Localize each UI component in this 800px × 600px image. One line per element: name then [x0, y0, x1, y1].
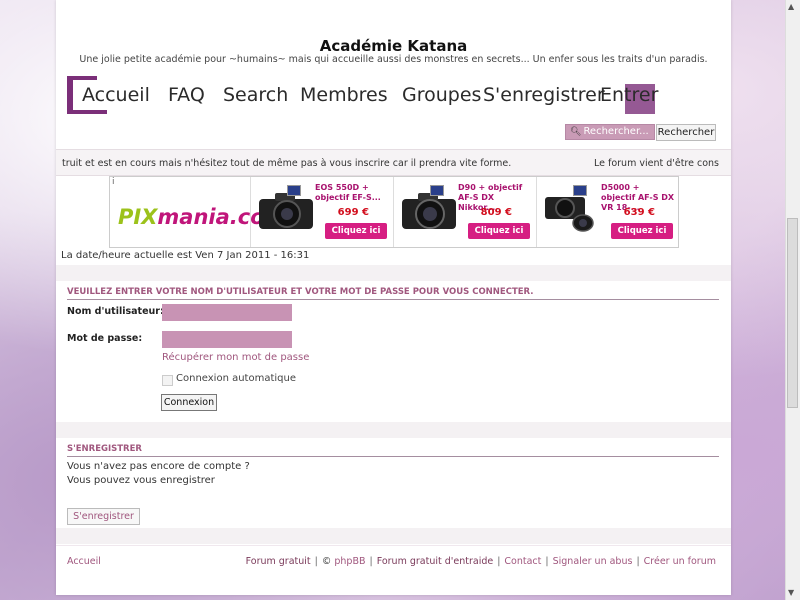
camera-icon — [259, 193, 313, 229]
nav-decoration — [67, 76, 97, 80]
nav-groupes[interactable]: Groupes — [402, 84, 481, 106]
ad-product[interactable]: EOS 550D + objectif EF-S... 699 € Clique… — [250, 177, 393, 247]
nav-membres[interactable]: Membres — [300, 84, 388, 106]
product-price: 809 € — [480, 207, 512, 218]
auto-login-checkbox[interactable] — [162, 375, 173, 386]
camera-icon — [402, 193, 456, 229]
product-price: 639 € — [623, 207, 655, 218]
footer: Accueil Forum gratuit | © phpBB | Forum grat… — [56, 545, 731, 576]
register-button[interactable]: S'enregistrer — [67, 508, 140, 525]
nav-login[interactable]: Entrer — [600, 84, 658, 106]
footer-link-contact[interactable]: Contact — [504, 556, 541, 567]
info-icon[interactable]: i — [112, 177, 115, 187]
product-cta-button[interactable]: Cliquez ici — [468, 223, 530, 239]
site-description: Une jolie petite académie pour ~humains~… — [79, 54, 708, 65]
flag-icon — [430, 185, 444, 196]
footer-link-forum-gratuit[interactable]: Forum gratuit — [246, 556, 311, 567]
main-nav: Accueil FAQ Search Membres Groupes S'enr… — [67, 76, 658, 114]
nav-register[interactable]: S'enregistrer — [483, 84, 605, 106]
product-name: EOS 550D + objectif EF-S... — [315, 183, 381, 202]
username-label: Nom d'utilisateur: — [67, 306, 164, 317]
product-cta-button[interactable]: Cliquez ici — [611, 223, 673, 239]
register-text-1: Vous n'avez pas encore de compte ? — [67, 461, 250, 472]
section-divider — [56, 265, 731, 281]
logo-part1: PIX — [118, 205, 158, 229]
nav-accueil[interactable]: Accueil — [82, 84, 150, 106]
nav-decoration — [67, 76, 73, 114]
ad-product[interactable]: D5000 + objectif AF-S DX VR 18-... 639 €… — [536, 177, 679, 247]
register-text-2: Vous pouvez vous enregistrer — [67, 475, 215, 486]
connect-button[interactable]: Connexion — [161, 394, 217, 411]
search-placeholder: Rechercher... — [583, 126, 649, 137]
footer-link-abuse[interactable]: Signaler un abus — [553, 556, 633, 567]
forgot-password-link[interactable]: Récupérer mon mot de passe — [162, 352, 309, 363]
footer-link-create[interactable]: Créer un forum — [644, 556, 716, 567]
login-heading: Veuillez entrer votre nom d'utilisateur … — [67, 287, 719, 300]
scroll-down-icon[interactable]: ▼ — [788, 588, 794, 597]
flag-icon — [287, 185, 301, 196]
search-input[interactable]: 🔍︎ Rechercher... — [565, 124, 655, 140]
flag-icon — [573, 185, 587, 196]
register-heading: S'enregistrer — [67, 444, 719, 457]
section-divider — [56, 528, 731, 544]
vertical-scrollbar[interactable]: ▲ ▼ — [785, 0, 800, 600]
site-title: Académie Katana — [319, 37, 468, 55]
section-divider — [56, 422, 731, 438]
product-cta-button[interactable]: Cliquez ici — [325, 223, 387, 239]
username-field[interactable] — [162, 304, 292, 321]
announcement-strip: truit et est en cours mais n'hésitez tou… — [56, 149, 731, 176]
product-price: 699 € — [337, 207, 369, 218]
nav-decoration — [67, 110, 107, 114]
auto-login-label: Connexion automatique — [176, 373, 296, 384]
search-icon: 🔍︎ — [570, 127, 582, 137]
password-label: Mot de passe: — [67, 333, 143, 344]
ad-product[interactable]: D90 + objectif AF-S DX Nikkor... 809 € C… — [393, 177, 536, 247]
scroll-up-icon[interactable]: ▲ — [788, 2, 794, 11]
footer-link-entraide[interactable]: Forum gratuit d'entraide — [377, 556, 494, 567]
camera-icon — [545, 197, 594, 232]
current-datetime: La date/heure actuelle est Ven 7 Jan 201… — [61, 250, 310, 261]
ad-banner[interactable]: i PIXmania.com EOS 550D + objectif EF-S.… — [109, 176, 679, 248]
copyright-symbol: © — [321, 556, 332, 567]
scroll-thumb[interactable] — [787, 218, 798, 408]
search-button[interactable]: Rechercher — [656, 124, 716, 141]
forum-page: Académie Katana Une jolie petite académi… — [56, 0, 731, 595]
footer-home-link[interactable]: Accueil — [67, 556, 101, 567]
marquee-text: truit et est en cours mais n'hésitez tou… — [62, 158, 512, 169]
footer-links: Forum gratuit | © phpBB | Forum gratuit d'en… — [245, 556, 716, 567]
nav-search[interactable]: Search — [223, 84, 288, 106]
nav-faq[interactable]: FAQ — [168, 84, 205, 106]
marquee-text-right: Le forum vient d'être cons — [594, 158, 719, 169]
footer-link-phpbb[interactable]: phpBB — [334, 556, 365, 567]
password-field[interactable] — [162, 331, 292, 348]
